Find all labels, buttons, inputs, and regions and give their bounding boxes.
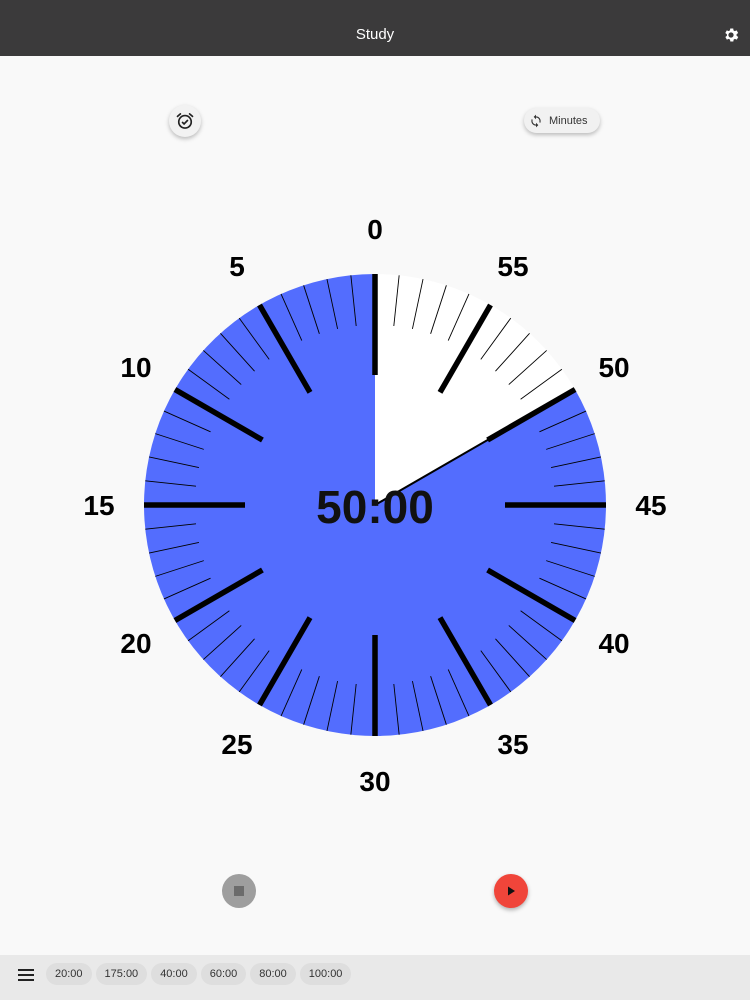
time-unit-toggle[interactable]: Minutes — [524, 108, 600, 133]
dial-label: 0 — [367, 214, 383, 245]
timer-dial[interactable]: 0 5 10 15 20 25 30 35 40 45 50 55 — [0, 180, 750, 820]
alarm-button[interactable] — [169, 105, 201, 137]
dial-label: 45 — [635, 490, 666, 521]
dial-label: 5 — [229, 251, 245, 282]
menu-icon[interactable] — [18, 969, 34, 983]
play-icon — [508, 886, 515, 896]
dial-label: 15 — [83, 490, 114, 521]
preset-bar: 20:00 175:00 40:00 60:00 80:00 100:00 — [0, 955, 750, 1000]
play-button[interactable] — [494, 874, 528, 908]
sync-icon — [531, 114, 541, 127]
stop-button[interactable] — [222, 874, 256, 908]
gear-icon[interactable] — [722, 26, 740, 44]
dial-label: 40 — [598, 628, 629, 659]
dial-label: 25 — [221, 729, 252, 760]
app-bar: Study — [0, 0, 750, 56]
preset-chip[interactable]: 60:00 — [200, 963, 247, 985]
time-unit-label: Minutes — [549, 114, 588, 127]
page-title: Study — [355, 26, 395, 43]
dial-label: 50 — [598, 352, 629, 383]
preset-chip[interactable]: 20:00 — [46, 963, 92, 985]
preset-chip[interactable]: 80:00 — [250, 963, 296, 985]
preset-chip[interactable]: 40:00 — [151, 963, 197, 985]
preset-chip[interactable]: 100:00 — [299, 963, 352, 985]
preset-list: 20:00 175:00 40:00 60:00 80:00 100:00 — [46, 963, 352, 985]
stop-icon — [234, 886, 244, 896]
alarm-check-icon — [176, 113, 194, 129]
dial-label: 35 — [497, 729, 528, 760]
dial-label: 55 — [497, 251, 528, 282]
dial-label: 20 — [120, 628, 151, 659]
dial-label: 30 — [359, 766, 390, 797]
preset-chip[interactable]: 175:00 — [95, 963, 148, 985]
dial-label: 10 — [120, 352, 151, 383]
